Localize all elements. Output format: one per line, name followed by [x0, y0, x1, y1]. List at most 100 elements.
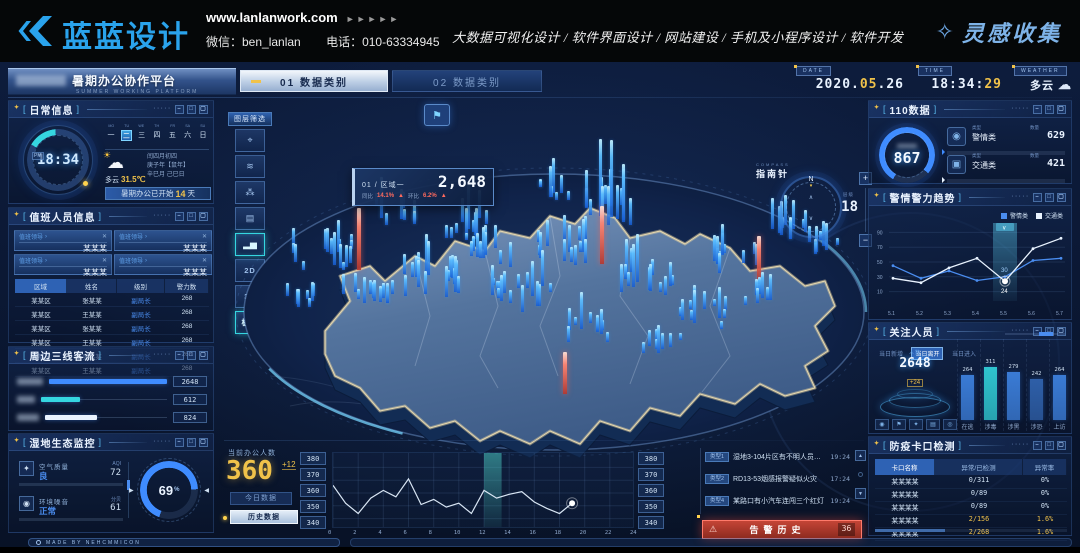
- window-icon[interactable]: □: [1045, 105, 1054, 114]
- brand-name: 蓝蓝设计: [62, 12, 190, 56]
- tab-active-tick: [251, 80, 261, 83]
- leaf-icon: ✦: [19, 461, 34, 476]
- close-icon[interactable]: ✕: [102, 257, 107, 264]
- duty-leader-card: 值班领导›✕ 某某某: [14, 254, 112, 275]
- minimize-icon[interactable]: –: [1033, 193, 1042, 202]
- focus-filter-icon-4[interactable]: ▤: [926, 419, 940, 430]
- redacted-gauge-label: [897, 144, 917, 148]
- minimize-icon[interactable]: –: [1033, 441, 1042, 450]
- window-icon[interactable]: □: [187, 105, 196, 114]
- compass-dial[interactable]: N ▾ ∧∨: [780, 176, 842, 238]
- alert-row[interactable]: 类型1 湿地3-104片区有不明人员闯入 19:24: [705, 448, 850, 465]
- expand-icon[interactable]: ▢: [1057, 193, 1066, 202]
- weather-label: WEATHER: [1014, 66, 1067, 76]
- made-by-bar: MADE BY NEHCMMICON: [28, 538, 340, 547]
- svg-text:5.4: 5.4: [972, 311, 979, 317]
- expand-icon[interactable]: ▢: [1057, 441, 1066, 450]
- redacted-line-label: [17, 378, 43, 385]
- today-data-button[interactable]: 今日数据: [230, 492, 292, 505]
- trend-line-chart: 9070503010∨5.15.25.35.45.55.65.73024: [875, 219, 1069, 319]
- clock-indicator-dot: [83, 181, 88, 186]
- map-marker-icon[interactable]: ⚑: [424, 104, 450, 126]
- column-abnormal-tested[interactable]: 异常/已检测: [935, 459, 1023, 475]
- compass-widget: COMPASS 指南针 N ▾ ∧∨ + − 层级 18: [756, 162, 872, 258]
- tab-data-category-2[interactable]: 02 数据类别: [392, 70, 542, 92]
- scroll-down-icon[interactable]: ▼: [855, 488, 866, 499]
- flow-bar-row: 2648: [17, 375, 207, 387]
- window-icon[interactable]: □: [1045, 441, 1054, 450]
- focus-filter-icon-5[interactable]: ◎: [943, 419, 957, 430]
- scroll-up-icon[interactable]: ▲: [855, 450, 866, 461]
- focus-filter-icon-3[interactable]: ✦: [909, 419, 923, 430]
- office-line-chart: [332, 452, 634, 528]
- weather-cloud-icon: ☁☀: [107, 153, 124, 173]
- bar-column: 311涉毒: [980, 339, 1000, 431]
- flow-bar-row: 612: [17, 393, 207, 405]
- window-icon[interactable]: □: [1045, 193, 1054, 202]
- checkpoint-scrollbar[interactable]: [875, 529, 1067, 532]
- map-tooltip: 01 / 区域一 2,648 同比14.1%▲ 环比6.2%▲: [352, 168, 494, 206]
- panel-daily-info: ✦[ 日常信息 ]····· – □ ▢ 18:34 PM MO一TU二WE三T…: [8, 100, 214, 204]
- expand-icon[interactable]: ▢: [199, 105, 208, 114]
- alert-list: 类型1 湿地3-104片区有不明人员闯入 19:24 类型2 RD13-53烟感…: [700, 448, 850, 514]
- alert-type-badge: 类型1: [705, 452, 729, 462]
- y-axis-tick: 380: [638, 452, 664, 465]
- focus-filter-icon-1[interactable]: ◉: [875, 419, 889, 430]
- made-by-text: MADE BY NEHCMMICON: [46, 540, 141, 546]
- alert-history-count: 36: [838, 523, 855, 536]
- close-icon[interactable]: ✕: [102, 233, 107, 240]
- sparkle-star-icon: ✧: [936, 19, 954, 45]
- weather-display: WEATHER 多云☁: [1014, 66, 1072, 94]
- bar-column: 279涉黑: [1003, 339, 1023, 431]
- gauge-left-arrow[interactable]: ▶: [129, 487, 134, 494]
- y-axis-labels-left: 380370360350340: [300, 452, 326, 529]
- alert-type-badge: 类型2: [705, 474, 729, 484]
- panel-title: 值班人员信息: [30, 209, 96, 224]
- history-data-button[interactable]: 历史数据: [230, 510, 298, 524]
- weekday: WE三: [136, 123, 148, 141]
- expand-icon[interactable]: ▢: [1057, 105, 1066, 114]
- close-icon[interactable]: ✕: [202, 233, 207, 240]
- flow-value: 824: [173, 412, 207, 423]
- panel-passenger-flow: ✦[ 周边三线客流 ]····· – □ ▢ 2648 612 824: [8, 346, 214, 431]
- focus-bar-chart: 264在逃311涉毒279涉黑242涉恐264上访: [957, 339, 1069, 431]
- svg-text:5.7: 5.7: [1056, 311, 1063, 317]
- y-axis-tick: 340: [300, 516, 326, 529]
- window-icon[interactable]: □: [187, 438, 196, 447]
- page-title: 暑期办公协作平台: [72, 72, 176, 89]
- expand-icon[interactable]: ▢: [199, 212, 208, 221]
- focus-filter-icon-2[interactable]: ⚑: [892, 419, 906, 430]
- focus-scrollbar[interactable]: [1005, 333, 1065, 335]
- minimize-icon[interactable]: –: [175, 351, 184, 360]
- column-checkpoint-name[interactable]: 卡口名称: [875, 459, 935, 475]
- x-axis-labels: 024681012141618202224: [332, 530, 634, 538]
- clock-ampm: PM: [32, 152, 44, 160]
- minimize-icon[interactable]: –: [1033, 105, 1042, 114]
- y-axis-tick: 360: [300, 484, 326, 497]
- website-link[interactable]: www.lanlanwork.com►►►►►: [206, 10, 400, 25]
- weekday: TH四: [151, 123, 163, 141]
- tab-data-category-1[interactable]: 01 数据类别: [240, 70, 388, 92]
- minimize-icon[interactable]: –: [175, 105, 184, 114]
- window-icon[interactable]: □: [187, 351, 196, 360]
- minimize-icon[interactable]: –: [175, 438, 184, 447]
- alert-message: 湿地3-104片区有不明人员闯入: [733, 452, 826, 462]
- flow-value: 2648: [173, 376, 207, 387]
- duty-leader-card: 值班领导›✕ 某某某: [114, 254, 212, 275]
- close-icon[interactable]: ✕: [202, 257, 207, 264]
- expand-icon[interactable]: ▢: [199, 438, 208, 447]
- panel-110-data: ✦[ 110数据 ]····· – □ ▢ 867 ◉ 类型 警情类 数量 62…: [868, 100, 1072, 184]
- alert-row[interactable]: 类型2 RD13-53烟感报警疑似火灾 17:24: [705, 470, 850, 487]
- badge-icon: ◉: [947, 127, 966, 146]
- column-abnormal-rate[interactable]: 异常率: [1023, 459, 1067, 475]
- redacted-line-label: [17, 396, 35, 403]
- minimize-icon[interactable]: –: [175, 212, 184, 221]
- noise-icon: ◉: [19, 496, 34, 511]
- expand-icon[interactable]: ▢: [199, 351, 208, 360]
- y-axis-tick: 350: [638, 500, 664, 513]
- gauge-right-arrow[interactable]: ◀: [204, 487, 209, 494]
- alert-history-banner[interactable]: ⚠ 告警历史 36: [702, 520, 862, 539]
- window-icon[interactable]: □: [187, 212, 196, 221]
- alert-row[interactable]: 类型4 某路口有小汽车连闯三个红灯 19:24: [705, 492, 850, 509]
- y-axis-tick: 370: [300, 468, 326, 481]
